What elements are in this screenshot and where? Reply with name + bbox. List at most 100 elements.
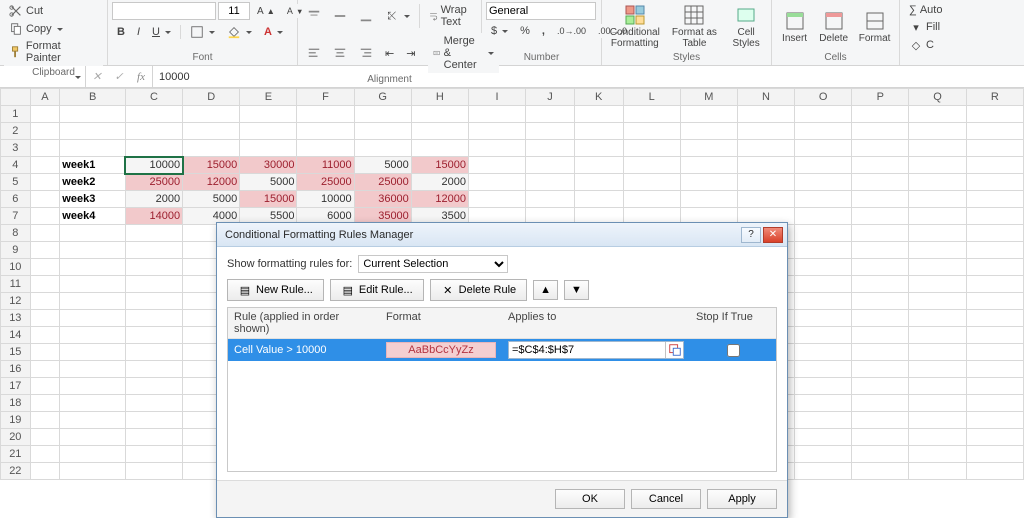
row-header[interactable]: 20 xyxy=(1,429,31,446)
cell[interactable]: 15000 xyxy=(183,157,240,174)
dec-indent-button[interactable]: ⇤ xyxy=(380,45,399,62)
cell[interactable] xyxy=(623,174,680,191)
cell[interactable] xyxy=(623,123,680,140)
delete-rule-button[interactable]: ✕Delete Rule xyxy=(430,279,527,301)
cell[interactable] xyxy=(680,106,737,123)
col-header[interactable]: D xyxy=(183,89,240,106)
cell[interactable] xyxy=(125,242,182,259)
cell[interactable] xyxy=(966,327,1023,344)
help-button[interactable]: ? xyxy=(741,227,761,243)
cell[interactable] xyxy=(30,378,60,395)
cell[interactable] xyxy=(966,395,1023,412)
cell[interactable] xyxy=(60,259,126,276)
cell[interactable] xyxy=(574,123,623,140)
format-as-table-button[interactable]: Format as Table xyxy=(666,1,724,51)
cell[interactable]: week3 xyxy=(60,191,126,208)
cell[interactable]: 5000 xyxy=(183,191,240,208)
cell[interactable] xyxy=(125,310,182,327)
cell[interactable] xyxy=(852,378,909,395)
cell[interactable] xyxy=(966,310,1023,327)
row-header[interactable]: 15 xyxy=(1,344,31,361)
cell[interactable] xyxy=(795,191,852,208)
cell[interactable] xyxy=(297,106,354,123)
number-format-select[interactable] xyxy=(486,2,596,20)
name-box[interactable] xyxy=(0,66,86,87)
cell[interactable] xyxy=(125,412,182,429)
bold-button[interactable]: B xyxy=(112,24,130,40)
align-bot-button[interactable] xyxy=(354,7,378,25)
col-header[interactable]: Q xyxy=(909,89,966,106)
cancel-formula-button[interactable]: ✕ xyxy=(86,66,108,87)
cell[interactable] xyxy=(30,191,60,208)
cell[interactable] xyxy=(852,259,909,276)
align-top-button[interactable] xyxy=(302,7,326,25)
cell[interactable] xyxy=(966,259,1023,276)
cell[interactable]: 5000 xyxy=(240,174,297,191)
cell[interactable] xyxy=(30,463,60,480)
cell[interactable] xyxy=(30,412,60,429)
cell[interactable] xyxy=(852,395,909,412)
cell[interactable] xyxy=(60,140,126,157)
cell[interactable] xyxy=(623,140,680,157)
cell[interactable] xyxy=(795,225,852,242)
cell[interactable] xyxy=(125,327,182,344)
cell[interactable] xyxy=(60,429,126,446)
cell[interactable] xyxy=(909,344,966,361)
cell[interactable] xyxy=(966,361,1023,378)
cell[interactable] xyxy=(526,123,575,140)
inc-decimal-button[interactable]: .0→.00 xyxy=(552,24,591,38)
cell[interactable] xyxy=(240,140,297,157)
cell[interactable] xyxy=(354,106,411,123)
fill-button[interactable]: ▾Fill xyxy=(904,18,945,36)
autosum-button[interactable]: ∑ Auto xyxy=(904,2,947,18)
cell[interactable] xyxy=(795,412,852,429)
cell[interactable] xyxy=(852,106,909,123)
cell[interactable] xyxy=(60,446,126,463)
cell[interactable] xyxy=(30,310,60,327)
cell[interactable] xyxy=(909,412,966,429)
range-picker-button[interactable] xyxy=(665,342,683,358)
cell[interactable]: 2000 xyxy=(411,174,468,191)
cell[interactable] xyxy=(680,140,737,157)
cell[interactable] xyxy=(966,344,1023,361)
cell[interactable] xyxy=(909,395,966,412)
cell[interactable] xyxy=(297,123,354,140)
fx-button[interactable]: fx xyxy=(130,66,152,87)
cell[interactable] xyxy=(30,174,60,191)
apply-button[interactable]: Apply xyxy=(707,489,777,509)
row-header[interactable]: 14 xyxy=(1,327,31,344)
cell[interactable] xyxy=(30,225,60,242)
cell[interactable] xyxy=(852,208,909,225)
cell[interactable] xyxy=(795,123,852,140)
cell[interactable]: 25000 xyxy=(125,174,182,191)
percent-button[interactable]: % xyxy=(515,23,535,39)
cell[interactable] xyxy=(966,174,1023,191)
cell[interactable] xyxy=(183,106,240,123)
cell[interactable] xyxy=(795,327,852,344)
rule-row[interactable]: Cell Value > 10000 AaBbCcYyZz xyxy=(228,339,776,361)
cell[interactable] xyxy=(680,123,737,140)
row-header[interactable]: 18 xyxy=(1,395,31,412)
align-right-button[interactable] xyxy=(354,44,378,62)
cell[interactable] xyxy=(526,191,575,208)
cell[interactable] xyxy=(125,106,182,123)
cell[interactable] xyxy=(30,293,60,310)
cell[interactable] xyxy=(966,208,1023,225)
cell[interactable] xyxy=(623,191,680,208)
grow-font-button[interactable]: A▲ xyxy=(252,4,280,19)
cell[interactable] xyxy=(125,344,182,361)
currency-button[interactable]: $ xyxy=(486,23,513,39)
cell[interactable] xyxy=(60,242,126,259)
row-header[interactable]: 9 xyxy=(1,242,31,259)
cell[interactable] xyxy=(60,276,126,293)
cell[interactable] xyxy=(526,174,575,191)
cell[interactable] xyxy=(526,106,575,123)
cell[interactable] xyxy=(909,276,966,293)
cell[interactable] xyxy=(125,429,182,446)
cell[interactable] xyxy=(737,191,794,208)
cell[interactable] xyxy=(909,293,966,310)
col-header[interactable]: R xyxy=(966,89,1023,106)
cell[interactable] xyxy=(852,191,909,208)
cell[interactable] xyxy=(909,463,966,480)
col-header[interactable]: N xyxy=(737,89,794,106)
